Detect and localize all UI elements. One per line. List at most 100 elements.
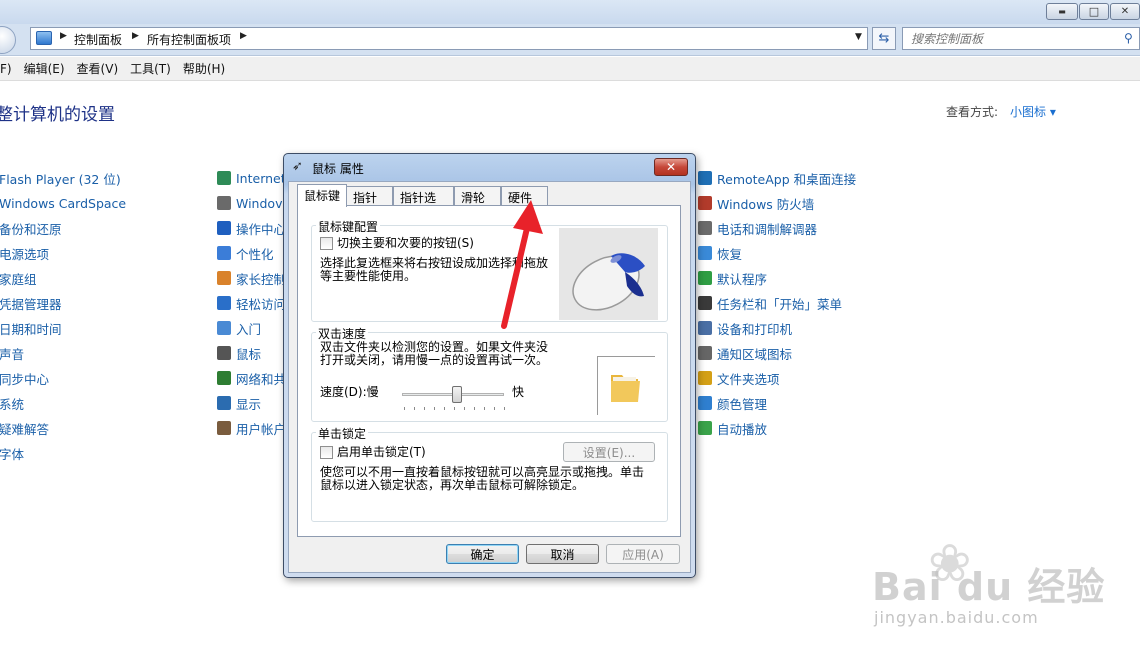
breadcrumb-all-items[interactable]: 所有控制面板项	[147, 31, 231, 48]
cancel-button[interactable]: 取消	[526, 544, 599, 564]
menu-help[interactable]: 帮助(H)	[183, 60, 225, 77]
cp-right-item[interactable]: RemoteApp 和桌面连接	[698, 168, 856, 188]
cp-middle-item[interactable]: 用户帐户	[217, 418, 286, 438]
cp-item-flash-player[interactable]: Flash Player (32 位)	[0, 168, 121, 188]
cp-right-item-label: 自动播放	[717, 421, 768, 437]
cp-right-item-label: 设备和打印机	[717, 321, 793, 337]
search-icon[interactable]: ⚲	[1124, 31, 1133, 45]
cp-item-date-time[interactable]: 日期和时间	[0, 318, 62, 338]
control-panel-item-icon	[698, 271, 712, 285]
refresh-icon: ⇆	[878, 31, 890, 46]
cp-item-system[interactable]: 系统	[0, 393, 24, 413]
control-panel-item-icon	[217, 221, 231, 235]
cp-right-item[interactable]: 电话和调制解调器	[698, 218, 817, 238]
cp-item-credential-manager[interactable]: 凭据管理器	[0, 293, 62, 313]
cp-right-item[interactable]: 文件夹选项	[698, 368, 780, 388]
ok-button[interactable]: 确定	[446, 544, 519, 564]
test-folder-area[interactable]	[597, 356, 655, 415]
control-panel-item-icon	[698, 346, 712, 360]
dialog-title: 鼠标 属性	[312, 162, 364, 176]
switch-buttons-checkbox[interactable]	[320, 237, 333, 250]
menu-bar: F) 编辑(E) 查看(V) 工具(T) 帮助(H)	[0, 57, 1140, 81]
breadcrumb-control-panel[interactable]: 控制面板	[74, 31, 122, 48]
cp-middle-item[interactable]: 轻松访问	[217, 293, 286, 313]
tab-pointers[interactable]: 指针	[346, 186, 393, 206]
cp-right-item[interactable]: Windows 防火墙	[698, 193, 814, 213]
control-panel-icon	[36, 31, 52, 45]
switch-buttons-label: 切换主要和次要的按钮(S)	[337, 236, 474, 250]
cp-middle-item[interactable]: 操作中心	[217, 218, 286, 238]
arrow-head	[513, 200, 543, 234]
breadcrumb-separator-icon: ▶	[240, 31, 247, 41]
control-panel-item-icon	[698, 196, 712, 210]
menu-edit[interactable]: 编辑(E)	[24, 60, 65, 77]
cp-item-backup-restore[interactable]: 备份和还原	[0, 218, 62, 238]
cp-right-item-label: 默认程序	[717, 271, 768, 287]
search-input[interactable]	[903, 28, 1103, 49]
slider-tick	[424, 407, 425, 410]
slider-tick	[484, 407, 485, 410]
speed-slider-thumb[interactable]	[452, 386, 462, 403]
cp-middle-item[interactable]: 显示	[217, 393, 261, 413]
speed-slow-label: 速度(D):慢	[320, 385, 379, 399]
cp-right-item[interactable]: 设备和打印机	[698, 318, 792, 338]
tab-pointer-options[interactable]: 指针选项	[393, 186, 454, 222]
menu-tools[interactable]: 工具(T)	[130, 60, 171, 77]
address-bar[interactable]: ▶ 控制面板 ▶ 所有控制面板项 ▶ ▼	[30, 27, 868, 50]
close-icon: ✕	[665, 160, 677, 174]
cp-item-power-options[interactable]: 电源选项	[0, 243, 49, 263]
cp-right-item[interactable]: 任务栏和「开始」菜单	[698, 293, 842, 313]
cp-middle-item[interactable]: Windov	[217, 193, 282, 213]
cp-right-item[interactable]: 默认程序	[698, 268, 767, 288]
close-icon: ✕	[1120, 6, 1130, 17]
tab-buttons[interactable]: 鼠标键	[297, 184, 347, 207]
cp-item-homegroup[interactable]: 家庭组	[0, 268, 37, 288]
menu-view[interactable]: 查看(V)	[77, 60, 119, 77]
mouse-icon	[572, 253, 645, 311]
slider-tick	[464, 407, 465, 410]
dialog-close-button[interactable]: ✕	[654, 158, 688, 176]
minimize-button[interactable]: ▬	[1046, 3, 1078, 20]
breadcrumb-separator-icon: ▶	[60, 31, 67, 41]
window-titlebar	[0, 0, 1140, 24]
cp-item-troubleshooting[interactable]: 疑难解答	[0, 418, 49, 438]
control-panel-item-icon	[698, 246, 712, 260]
button-config-title: 鼠标键配置	[316, 218, 381, 235]
minimize-icon: ▬	[1058, 7, 1066, 16]
cp-middle-item-label: Internet	[236, 170, 286, 186]
cp-item-fonts[interactable]: 字体	[0, 443, 24, 463]
apply-button[interactable]: 应用(A)	[606, 544, 680, 564]
click-lock-settings-button[interactable]: 设置(E)...	[563, 442, 655, 462]
control-panel-item-icon	[698, 221, 712, 235]
cp-middle-item-label: 轻松访问	[236, 296, 287, 312]
cp-item-cardspace[interactable]: Windows CardSpace	[0, 193, 126, 213]
address-dropdown-icon[interactable]: ▼	[855, 32, 862, 42]
cp-item-sync-center[interactable]: 同步中心	[0, 368, 49, 388]
click-lock-checkbox[interactable]	[320, 446, 333, 459]
cp-item-sound[interactable]: 声音	[0, 343, 24, 363]
cp-right-item[interactable]: 颜色管理	[698, 393, 767, 413]
control-panel-item-icon	[217, 421, 231, 435]
cp-middle-item[interactable]: Internet	[217, 168, 286, 188]
cp-right-item-label: 通知区域图标	[717, 346, 793, 362]
cp-middle-item-label: 个性化	[236, 246, 274, 262]
menu-file[interactable]: F)	[0, 62, 12, 76]
cp-middle-item[interactable]: 入门	[217, 318, 261, 338]
close-window-button[interactable]: ✕	[1110, 3, 1140, 20]
control-panel-item-icon	[698, 396, 712, 410]
control-panel-item-icon	[217, 246, 231, 260]
refresh-button[interactable]: ⇆	[872, 27, 896, 50]
double-click-desc-line2: 打开或关闭，请用慢一点的设置再试一次。	[320, 353, 549, 367]
maximize-button[interactable]: □	[1079, 3, 1109, 20]
cp-right-item-label: RemoteApp 和桌面连接	[717, 171, 857, 187]
view-by-dropdown[interactable]: 小图标 ▾	[1010, 103, 1056, 120]
control-panel-item-icon	[217, 346, 231, 360]
cp-middle-item[interactable]: 网络和共	[217, 368, 286, 388]
cp-middle-item[interactable]: 鼠标	[217, 343, 261, 363]
cp-right-item[interactable]: 通知区域图标	[698, 343, 792, 363]
click-lock-label: 启用单击锁定(T)	[337, 445, 426, 459]
cp-middle-item[interactable]: 家长控制	[217, 268, 286, 288]
cp-middle-item[interactable]: 个性化	[217, 243, 274, 263]
cp-right-item[interactable]: 恢复	[698, 243, 742, 263]
cp-right-item[interactable]: 自动播放	[698, 418, 767, 438]
